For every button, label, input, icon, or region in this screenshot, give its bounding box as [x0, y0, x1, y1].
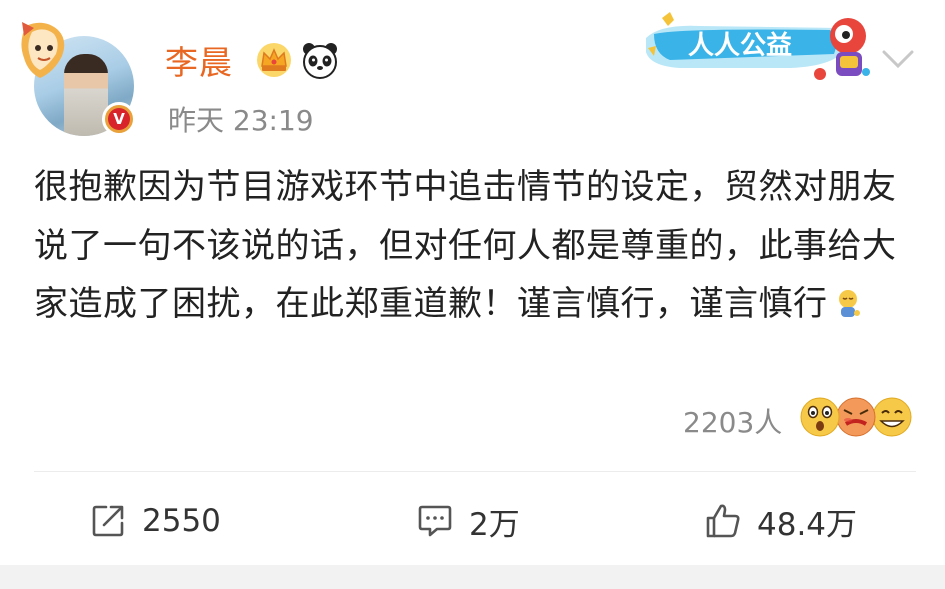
reaction-emojis[interactable] — [798, 394, 914, 440]
angry-face-emoji — [836, 397, 876, 437]
post-timestamp: 昨天 23:19 — [168, 104, 314, 137]
avatar-pendant-icon — [21, 22, 65, 78]
chevron-down-icon[interactable] — [880, 46, 916, 70]
repost-count: 2550 — [142, 503, 221, 539]
repost-button[interactable]: 2550 — [88, 496, 221, 546]
author-name[interactable]: 李晨 — [165, 36, 233, 84]
share-icon — [92, 505, 124, 537]
post-content: 很抱歉因为节目游戏环节中追击情节的设定，贸然对朋友说了一句不该说的话，但对任何人… — [34, 158, 914, 334]
weibo-post-card: V 李晨 昨天 23:19 人人公益 很抱歉因为节目游戏环节中追击情节的设定，贸… — [0, 0, 945, 565]
charity-banner[interactable]: 人人公益 — [640, 8, 872, 86]
grin-face-emoji — [872, 397, 912, 437]
avatar-photo — [64, 54, 108, 136]
bow-emoji — [838, 290, 860, 317]
reaction-count[interactable]: 2203人 — [683, 401, 782, 441]
author-avatar-block[interactable]: V — [18, 22, 140, 144]
crown-icon — [257, 43, 291, 77]
charity-banner-text: 人人公益 — [688, 31, 792, 61]
comment-icon — [418, 505, 452, 537]
like-count: 48.4万 — [757, 506, 858, 543]
thumbs-up-icon — [706, 504, 740, 538]
verified-badge-icon: V — [102, 102, 136, 136]
shocked-face-emoji — [800, 397, 840, 437]
post-text: 很抱歉因为节目游戏环节中追击情节的设定，贸然对朋友说了一句不该说的话，但对任何人… — [34, 167, 897, 324]
comment-button[interactable]: 2万 — [415, 496, 520, 546]
panda-icon — [303, 43, 337, 79]
comment-count: 2万 — [469, 506, 520, 543]
divider — [34, 471, 916, 472]
feed-separator — [0, 565, 945, 589]
like-button[interactable]: 48.4万 — [703, 496, 857, 546]
